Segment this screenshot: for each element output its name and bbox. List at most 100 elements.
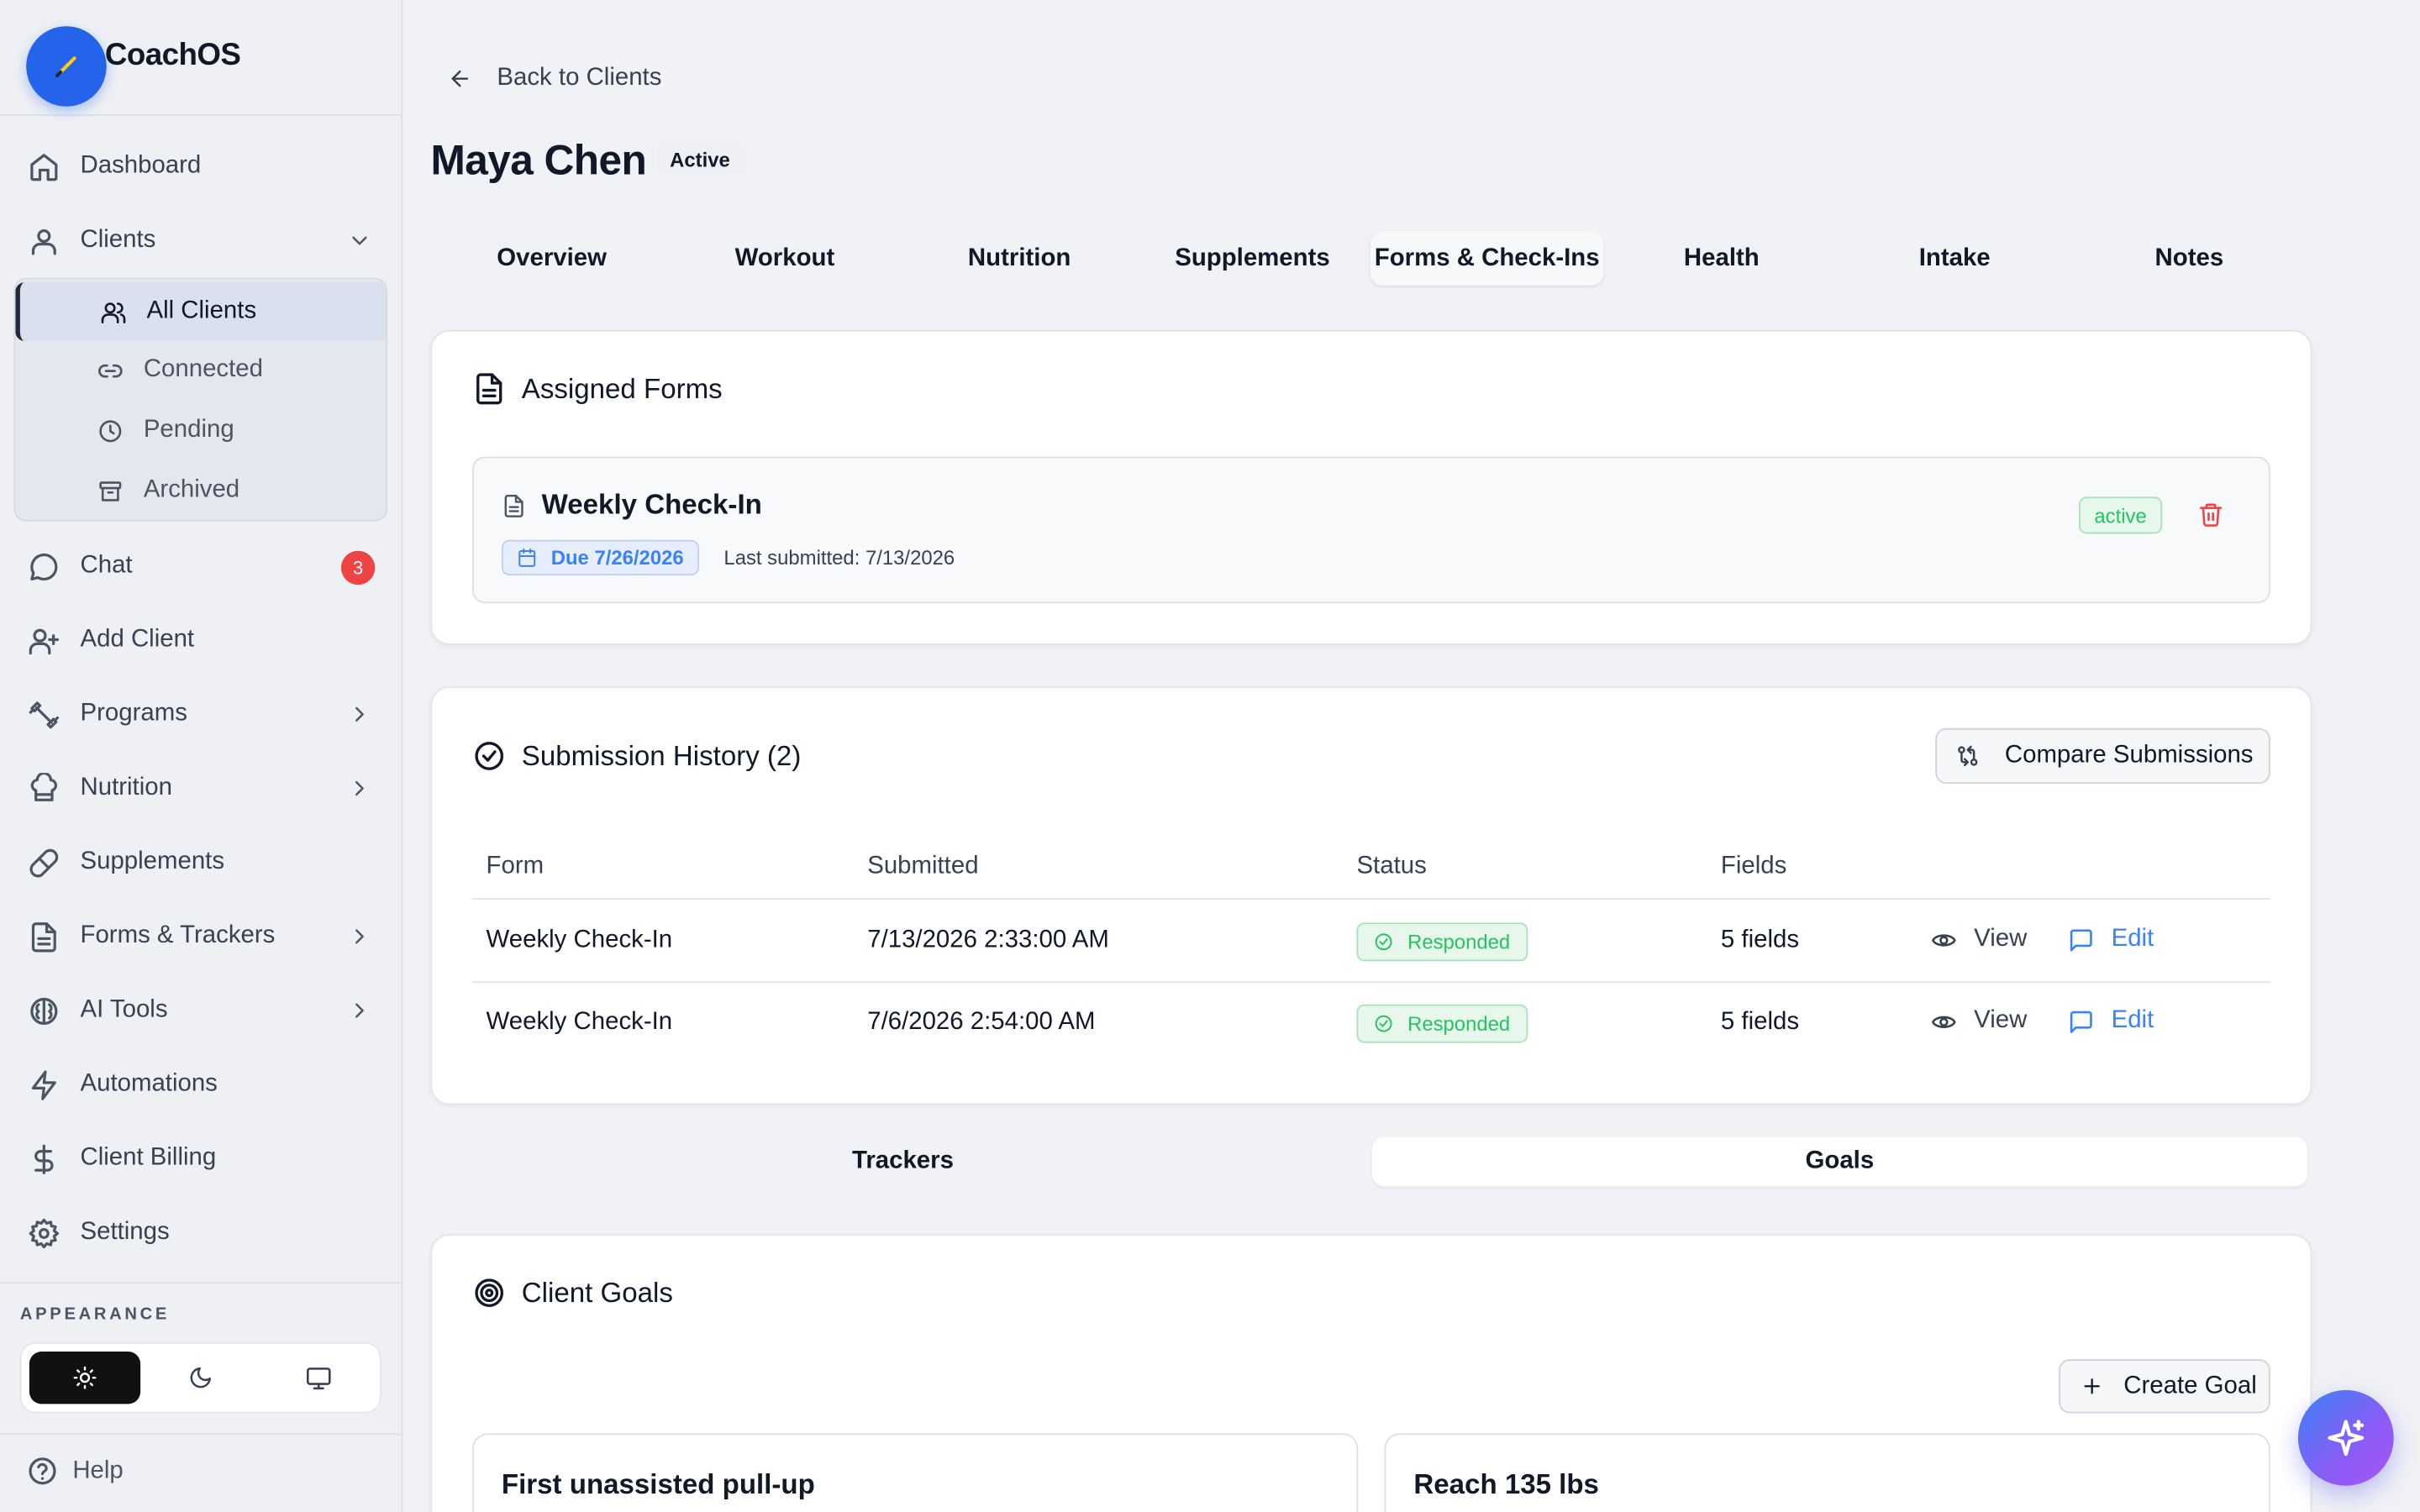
status-badge: Responded <box>1356 1004 1528 1043</box>
sidebar-item-programs[interactable]: Programs <box>13 684 391 745</box>
check-circle-icon <box>1375 1015 1392 1032</box>
row-form: Weekly Check-In <box>486 1009 673 1036</box>
segment-goals[interactable]: Goals <box>1371 1137 2307 1187</box>
row-submitted: 7/13/2026 2:33:00 AM <box>867 927 1109 954</box>
help-circle-icon <box>29 1457 56 1485</box>
view-button[interactable]: View <box>1931 1007 2028 1035</box>
trackers-goals-toggle: Trackers Goals <box>435 1137 2307 1187</box>
assigned-form-name: Weekly Check-In <box>502 489 762 522</box>
sun-icon <box>73 1366 97 1389</box>
status-label: Responded <box>1407 1011 1511 1036</box>
tab-intake[interactable]: Intake <box>1839 232 2071 286</box>
file-text-icon <box>31 922 56 953</box>
goal-card[interactable]: Reach 135 lbs <box>1384 1433 2270 1512</box>
tab-forms-check-ins[interactable]: Forms & Check-Ins <box>1370 231 1604 286</box>
sidebar-item-chat[interactable]: Chat 3 <box>13 535 391 596</box>
theme-light-button[interactable] <box>29 1351 141 1404</box>
brain-icon <box>30 997 58 1026</box>
create-goal-button[interactable]: Create Goal <box>2059 1359 2270 1414</box>
trash-icon[interactable] <box>2197 501 2223 528</box>
back-to-clients-link[interactable]: Back to Clients <box>448 65 661 92</box>
theme-system-button[interactable] <box>262 1352 373 1404</box>
divider <box>0 1282 403 1284</box>
goal-card[interactable]: First unassisted pull-up <box>472 1433 1359 1512</box>
edit-label: Edit <box>2111 1007 2154 1034</box>
sidebar-item-nutrition[interactable]: Nutrition <box>13 758 391 819</box>
ai-assistant-button[interactable] <box>2297 1389 2394 1486</box>
tab-health[interactable]: Health <box>1605 232 1838 286</box>
sparkle-icon <box>2328 1420 2365 1457</box>
brand-logo-icon[interactable] <box>26 26 107 107</box>
tab-workout[interactable]: Workout <box>668 232 901 286</box>
compare-icon <box>1958 745 1978 767</box>
dumbbell-icon <box>29 701 60 729</box>
sidebar-item-clients[interactable]: Clients <box>13 210 391 271</box>
message-square-icon <box>2070 928 2092 951</box>
sidebar-item-client-billing[interactable]: Client Billing <box>13 1128 391 1189</box>
row-fields: 5 fields <box>1720 927 1800 954</box>
divider <box>0 1433 403 1436</box>
sidebar-item-add-client[interactable]: Add Client <box>13 609 391 670</box>
link-icon <box>98 364 123 378</box>
assigned-forms-title: Assigned Forms <box>472 372 723 406</box>
archive-icon <box>99 481 122 501</box>
assigned-form-item[interactable]: Weekly Check-In Due 7/26/2026 Last submi… <box>472 456 2270 604</box>
lightning-icon <box>31 1070 56 1100</box>
arrow-left-icon <box>451 70 469 87</box>
card-title-label: Client Goals <box>521 1276 673 1308</box>
table-row: Weekly Check-In 7/6/2026 2:54:00 AM Resp… <box>472 983 2270 1064</box>
sidebar-item-label: Programs <box>80 700 187 727</box>
sidebar-item-ai-tools[interactable]: AI Tools <box>13 979 391 1041</box>
sidebar-subitem-archived[interactable]: Archived <box>15 461 386 520</box>
sidebar-subitem-pending[interactable]: Pending <box>15 402 386 460</box>
sidebar-item-label: Forms & Trackers <box>80 922 276 949</box>
tab-notes[interactable]: Notes <box>2073 232 2306 286</box>
check-circle-icon <box>475 742 504 770</box>
client-tabs: Overview Workout Nutrition Supplements F… <box>435 231 2306 286</box>
tab-overview[interactable]: Overview <box>435 232 668 286</box>
row-form: Weekly Check-In <box>486 927 673 954</box>
form-name-label: Weekly Check-In <box>541 489 762 520</box>
sidebar-item-automations[interactable]: Automations <box>13 1053 391 1115</box>
sidebar-item-label: Supplements <box>80 848 225 875</box>
submission-history-card: Submission History (2) Compare Submissio… <box>430 686 2312 1105</box>
sidebar-item-forms-trackers[interactable]: Forms & Trackers <box>13 906 391 967</box>
chat-bubble-icon <box>30 553 58 581</box>
sidebar-subitem-connected[interactable]: Connected <box>15 341 386 400</box>
status-label: Responded <box>1407 930 1511 954</box>
tab-nutrition[interactable]: Nutrition <box>902 232 1135 286</box>
chevron-right-icon <box>355 929 364 944</box>
sidebar: CoachOS Dashboard Clients All Clients Co… <box>0 0 403 1512</box>
help-link[interactable]: Help <box>26 1455 124 1488</box>
create-goal-label: Create Goal <box>2123 1372 2257 1399</box>
row-submitted: 7/6/2026 2:54:00 AM <box>867 1009 1096 1036</box>
chevron-down-icon <box>352 236 367 245</box>
sidebar-subitem-all-clients[interactable]: All Clients <box>15 282 387 341</box>
edit-button[interactable]: Edit <box>2068 1007 2154 1035</box>
sidebar-item-dashboard[interactable]: Dashboard <box>13 136 391 197</box>
sidebar-subitem-label: All Clients <box>146 297 257 324</box>
table-row: Weekly Check-In 7/13/2026 2:33:00 AM Res… <box>472 901 2270 983</box>
sidebar-subitem-label: Connected <box>143 356 263 383</box>
card-title-label: Submission History (2) <box>521 739 802 771</box>
theme-dark-button[interactable] <box>145 1352 256 1404</box>
assigned-forms-card: Assigned Forms Weekly Check-In Due 7/26/… <box>430 330 2312 645</box>
tab-supplements[interactable]: Supplements <box>1136 232 1369 286</box>
due-date-badge: Due 7/26/2026 <box>501 539 700 576</box>
segment-trackers[interactable]: Trackers <box>435 1137 1370 1187</box>
sidebar-item-settings[interactable]: Settings <box>13 1202 391 1263</box>
compare-submissions-button[interactable]: Compare Submissions <box>1935 727 2270 785</box>
view-label: View <box>1974 1007 2028 1034</box>
brand: CoachOS <box>0 0 402 116</box>
home-icon <box>30 154 58 181</box>
edit-button[interactable]: Edit <box>2068 926 2154 953</box>
user-icon <box>31 228 56 255</box>
card-title-label: Assigned Forms <box>521 372 723 404</box>
chevron-right-icon <box>355 780 364 796</box>
last-submitted-text: Last submitted: 7/13/2026 <box>723 546 955 570</box>
eye-icon <box>1932 1015 1956 1028</box>
submission-history-title: Submission History (2) <box>472 739 801 773</box>
view-button[interactable]: View <box>1931 926 2027 953</box>
sidebar-subitem-label: Pending <box>143 416 234 444</box>
sidebar-item-supplements[interactable]: Supplements <box>13 832 391 893</box>
